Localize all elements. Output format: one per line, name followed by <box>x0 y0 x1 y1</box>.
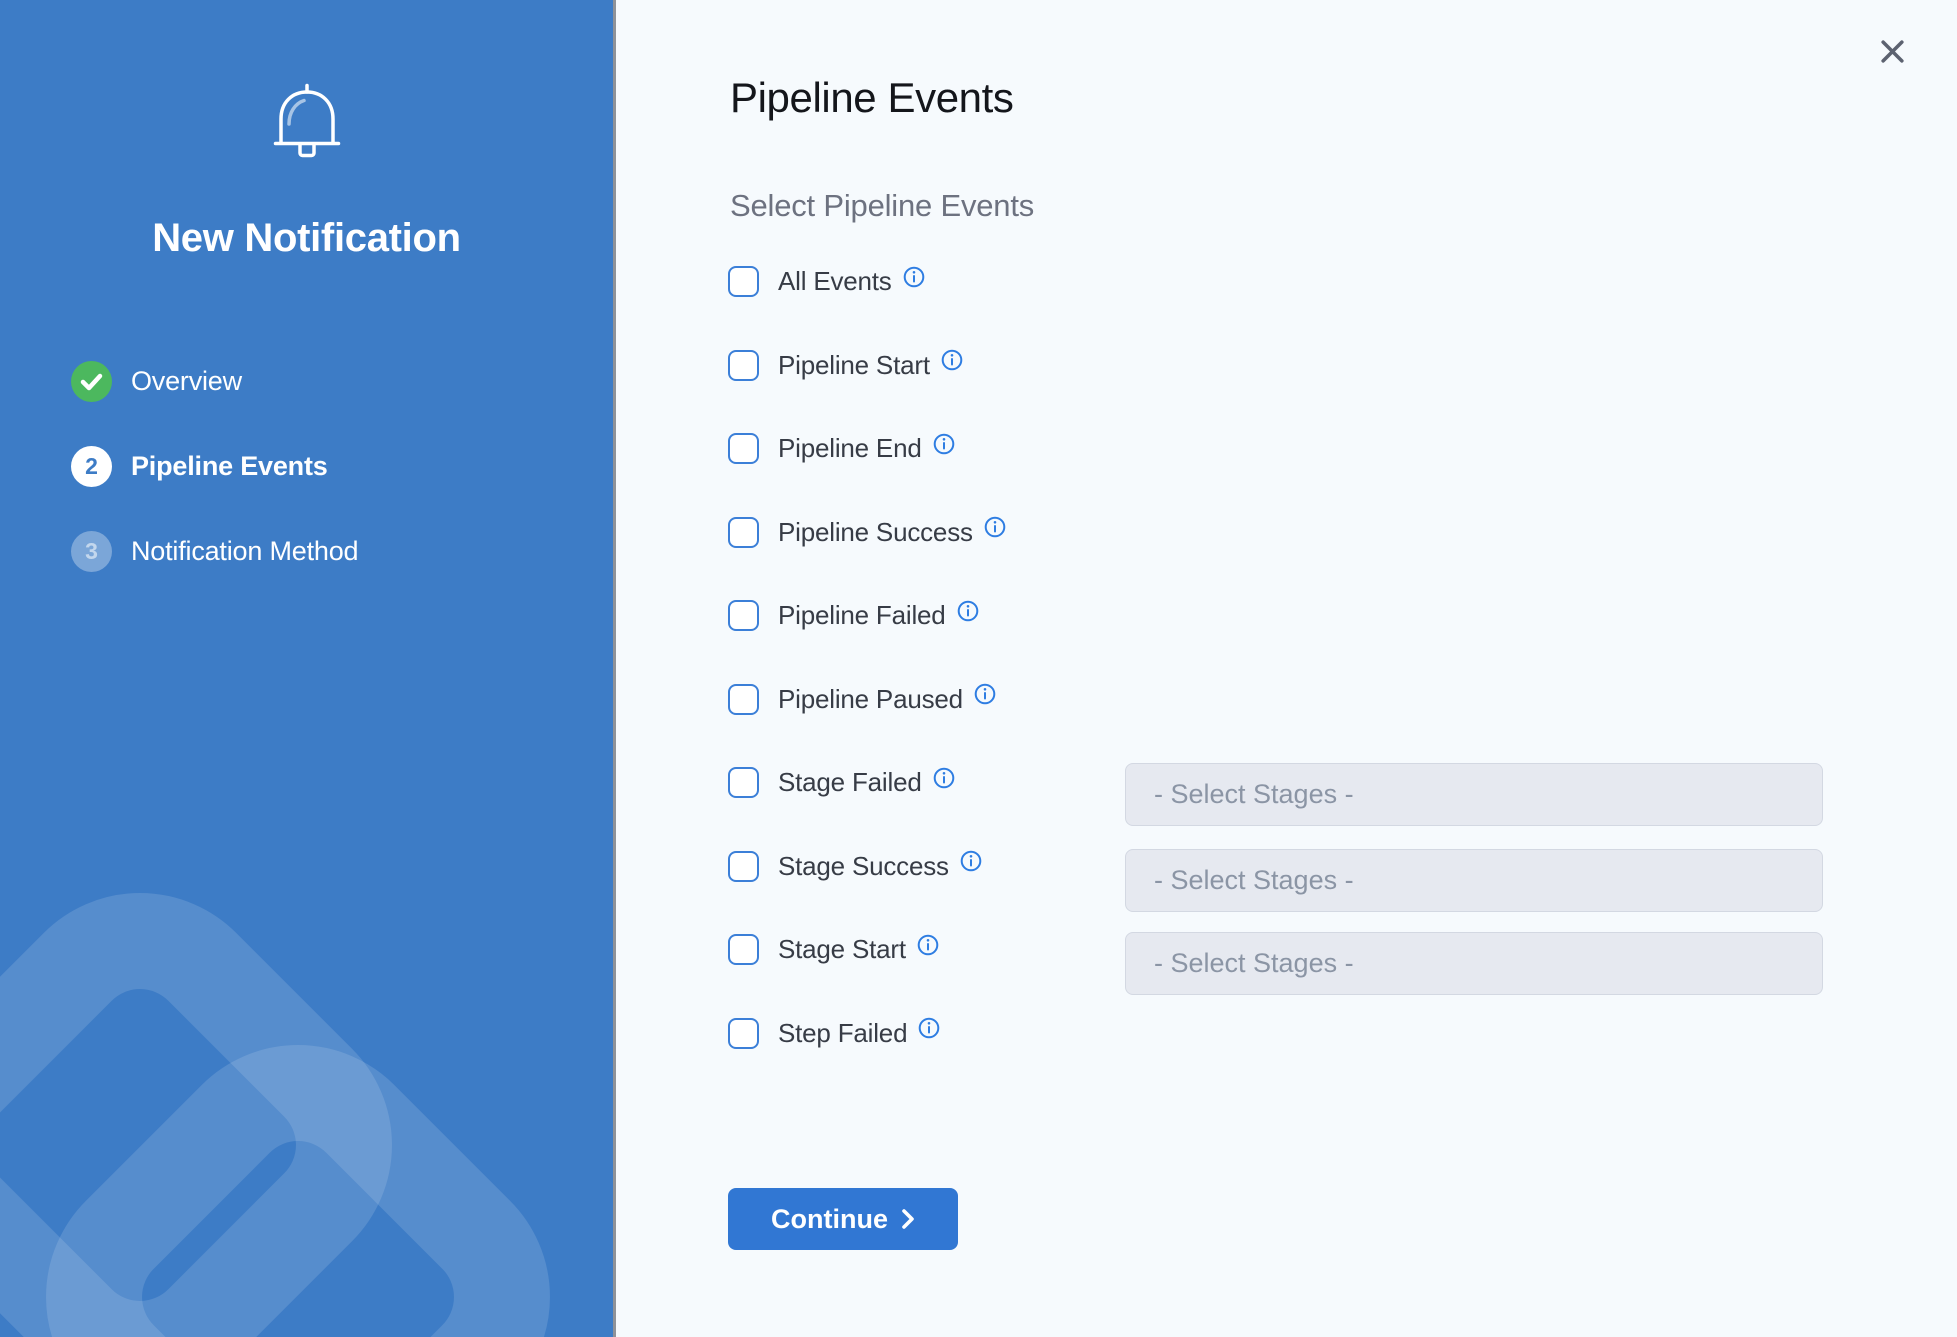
event-checkbox[interactable] <box>728 767 759 798</box>
info-icon[interactable] <box>917 934 939 956</box>
event-checkbox[interactable] <box>728 433 759 464</box>
stage-select-placeholder: - Select Stages - <box>1154 948 1354 979</box>
step-pipeline-events[interactable]: 2 Pipeline Events <box>71 424 358 509</box>
stage-select-failed[interactable]: - Select Stages - <box>1125 763 1823 826</box>
info-icon[interactable] <box>960 850 982 872</box>
step-complete-check-icon <box>71 361 112 402</box>
info-icon[interactable] <box>933 767 955 789</box>
close-x-icon <box>1879 38 1906 65</box>
step-label: Pipeline Events <box>131 451 328 482</box>
event-row: Pipeline Start <box>728 324 1006 408</box>
step-number-badge: 2 <box>71 446 112 487</box>
event-label: All Events <box>778 266 892 297</box>
event-row: Step Failed <box>728 992 1006 1076</box>
continue-label: Continue <box>771 1204 888 1235</box>
step-notification-method[interactable]: 3 Notification Method <box>71 509 358 594</box>
stage-select-start[interactable]: - Select Stages - <box>1125 932 1823 995</box>
info-icon[interactable] <box>974 683 996 705</box>
event-checkbox[interactable] <box>728 266 759 297</box>
step-label: Notification Method <box>131 536 358 567</box>
event-checkbox[interactable] <box>728 1018 759 1049</box>
event-checkbox[interactable] <box>728 684 759 715</box>
event-label: Pipeline Success <box>778 517 973 548</box>
info-icon[interactable] <box>933 433 955 455</box>
event-list: All Events Pipeline Start Pipeline End <box>728 240 1006 1075</box>
step-list: Overview 2 Pipeline Events 3 Notificatio… <box>71 339 358 594</box>
event-checkbox[interactable] <box>728 350 759 381</box>
step-number-badge: 3 <box>71 531 112 572</box>
event-checkbox[interactable] <box>728 600 759 631</box>
event-row: Pipeline Paused <box>728 658 1006 742</box>
step-label: Overview <box>131 366 242 397</box>
sidebar: New Notification Overview 2 Pipeline Eve… <box>0 0 613 1337</box>
step-overview[interactable]: Overview <box>71 339 358 424</box>
event-label: Pipeline Failed <box>778 600 946 631</box>
event-checkbox[interactable] <box>728 517 759 548</box>
brand-watermark-logo <box>0 852 613 1337</box>
event-row: Stage Start <box>728 908 1006 992</box>
event-row: Pipeline Failed <box>728 574 1006 658</box>
event-row: Stage Failed <box>728 741 1006 825</box>
info-icon[interactable] <box>918 1017 940 1039</box>
info-icon[interactable] <box>941 349 963 371</box>
event-label: Stage Failed <box>778 767 922 798</box>
wizard-title: New Notification <box>0 216 613 261</box>
main-panel: Pipeline Events Select Pipeline Events A… <box>616 0 1957 1337</box>
event-label: Pipeline End <box>778 433 922 464</box>
info-icon[interactable] <box>984 516 1006 538</box>
stage-select-placeholder: - Select Stages - <box>1154 865 1354 896</box>
event-row: All Events <box>728 240 1006 324</box>
event-checkbox[interactable] <box>728 851 759 882</box>
event-label: Pipeline Start <box>778 350 930 381</box>
stage-select-success[interactable]: - Select Stages - <box>1125 849 1823 912</box>
event-label: Stage Start <box>778 934 906 965</box>
event-row: Stage Success <box>728 825 1006 909</box>
page-title: Pipeline Events <box>730 74 1014 122</box>
event-row: Pipeline Success <box>728 491 1006 575</box>
notification-bell-icon <box>0 82 613 160</box>
info-icon[interactable] <box>903 266 925 288</box>
new-notification-modal: New Notification Overview 2 Pipeline Eve… <box>0 0 1957 1337</box>
section-label: Select Pipeline Events <box>730 188 1034 224</box>
event-label: Stage Success <box>778 851 949 882</box>
chevron-right-icon <box>901 1208 915 1230</box>
info-icon[interactable] <box>957 600 979 622</box>
continue-button[interactable]: Continue <box>728 1188 958 1250</box>
event-label: Step Failed <box>778 1018 907 1049</box>
close-button[interactable] <box>1875 34 1909 68</box>
event-label: Pipeline Paused <box>778 684 963 715</box>
event-checkbox[interactable] <box>728 934 759 965</box>
event-row: Pipeline End <box>728 407 1006 491</box>
stage-select-placeholder: - Select Stages - <box>1154 779 1354 810</box>
